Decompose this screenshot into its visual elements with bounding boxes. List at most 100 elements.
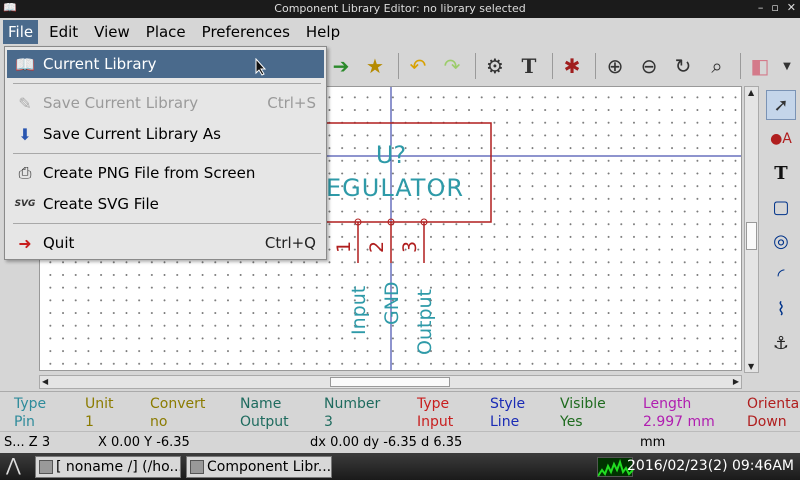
info-value: 1 (85, 414, 94, 430)
pin-settings-icon: ⚙ (486, 54, 504, 78)
vertical-scroll-thumb[interactable] (746, 222, 757, 250)
maximize-button[interactable]: ▫ (771, 1, 778, 14)
toolbar-separator (595, 53, 596, 79)
close-button[interactable]: ✕ (787, 1, 796, 14)
vertical-scrollbar[interactable]: ▲ ▼ (744, 86, 759, 373)
menu-view[interactable]: View (89, 20, 135, 44)
status-units: mm (640, 435, 666, 450)
menu-view-label: View (94, 23, 130, 41)
horizontal-scroll-thumb[interactable] (330, 377, 450, 387)
set-anchor-button[interactable]: ⚓ (766, 328, 796, 358)
start-menu-icon[interactable]: ⋀ (6, 455, 21, 476)
toolbar-overflow-button[interactable]: ▼ (779, 51, 795, 81)
info-label: Length (643, 396, 692, 412)
menu-separator (13, 153, 321, 154)
circle-icon: ◎ (773, 230, 789, 252)
menu-quit[interactable]: ➜ Quit Ctrl+Q (7, 229, 324, 257)
menu-save-current-library: ✎ Save Current Library Ctrl+S (7, 89, 324, 117)
anchor-icon: ⚓ (772, 332, 790, 354)
scroll-right-icon[interactable]: ▶ (733, 377, 739, 386)
text-tool-icon: T (774, 162, 788, 184)
task-terminal[interactable]: [ noname /] (/ho... (35, 456, 181, 478)
terminal-icon (39, 460, 53, 474)
chevron-down-icon: ▼ (783, 60, 791, 72)
component-reference: U? (376, 141, 406, 169)
cursor-arrow-icon: ➚ (773, 94, 789, 116)
info-number: Number 3 (324, 395, 380, 431)
pin-3: 3 Output (399, 218, 436, 355)
menu-current-library[interactable]: 📖 Current Library (7, 50, 324, 78)
task-component-editor[interactable]: Component Libr... (186, 456, 332, 478)
status-delta: dx 0.00 dy -6.35 d 6.35 (310, 435, 463, 450)
info-type: Type Pin (14, 395, 46, 431)
minimize-button[interactable]: – (758, 1, 764, 14)
add-rectangle-button[interactable]: ▢ (766, 192, 796, 222)
info-label: Orienta (747, 396, 800, 412)
menu-help[interactable]: Help (301, 20, 345, 44)
menu-item-label: Create SVG File (43, 195, 159, 213)
arc-icon: ◜ (777, 264, 785, 286)
scroll-down-icon[interactable]: ▼ (748, 362, 754, 371)
add-polyline-button[interactable]: ⌇ (766, 294, 796, 324)
horizontal-scrollbar[interactable]: ◀ ▶ (39, 375, 742, 389)
add-circle-button[interactable]: ◎ (766, 226, 796, 256)
redraw-button[interactable]: ↻ (668, 51, 698, 81)
zoom-out-button[interactable]: ⊖ (634, 51, 664, 81)
info-value: no (150, 414, 168, 430)
pin-table-button[interactable]: ⚙ (480, 51, 510, 81)
add-text-button[interactable]: T (766, 158, 796, 188)
part-select-button[interactable]: ◧ (745, 51, 775, 81)
menu-bar: File Edit View Place Preferences Help (0, 18, 800, 46)
menu-create-png[interactable]: ⎙ Create PNG File from Screen (7, 159, 324, 187)
menu-place[interactable]: Place (141, 20, 191, 44)
menu-file-label: File (8, 23, 34, 41)
quit-icon: ➜ (18, 233, 32, 253)
library-book-icon: 📖 (15, 54, 35, 74)
redo-icon: ↷ (443, 54, 461, 78)
scroll-left-icon[interactable]: ◀ (42, 377, 48, 386)
info-value: Input (417, 414, 454, 430)
status-cursor-position: X 0.00 Y -6.35 (98, 435, 190, 450)
import-component-button[interactable]: ➔ (326, 51, 356, 81)
pin-1: 1 Input (333, 218, 370, 335)
pin-2-number: 2 (366, 241, 388, 253)
save-icon: ✎ (18, 93, 32, 113)
menu-save-current-library-as[interactable]: ⬇ Save Current Library As (7, 120, 324, 148)
info-style: Style Line (490, 395, 525, 431)
add-arc-button[interactable]: ◜ (766, 260, 796, 290)
scroll-up-icon[interactable]: ▲ (748, 88, 754, 97)
toolbar-separator (398, 53, 399, 79)
menu-create-svg[interactable]: SVG Create SVG File (7, 190, 324, 218)
toolbar-separator (740, 53, 741, 79)
info-name: Name Output (240, 395, 289, 431)
info-value: 3 (324, 414, 333, 430)
info-value: Yes (560, 414, 583, 430)
polyline-icon: ⌇ (776, 298, 786, 320)
info-visible: Visible Yes (560, 395, 606, 431)
task-label: [ noname /] (/ho... (56, 459, 181, 475)
undo-button[interactable]: ↶ (403, 51, 433, 81)
menu-separator (13, 83, 321, 84)
menu-preferences[interactable]: Preferences (197, 20, 295, 44)
menu-file[interactable]: File (3, 20, 39, 44)
menu-item-shortcut: Ctrl+S (267, 94, 316, 112)
add-pin-button[interactable]: ●A (766, 124, 796, 154)
new-library-button[interactable]: ★ (360, 51, 390, 81)
zoom-in-button[interactable]: ⊕ (600, 51, 630, 81)
info-value: Pin (14, 414, 35, 430)
select-tool-button[interactable]: ➚ (766, 90, 796, 120)
check-component-button[interactable]: ✱ (557, 51, 587, 81)
menu-edit[interactable]: Edit (44, 20, 83, 44)
zoom-in-icon: ⊕ (606, 54, 624, 78)
window-icon (190, 460, 204, 474)
pin-3-name: Output (414, 289, 436, 355)
text-field-button[interactable]: T (514, 51, 544, 81)
redo-button[interactable]: ↷ (437, 51, 467, 81)
menu-item-label: Save Current Library As (43, 125, 221, 143)
book-star-icon: ★ (366, 54, 384, 78)
info-pin-type: Type Input (417, 395, 453, 431)
zoom-fit-button[interactable]: ⌕ (702, 51, 732, 81)
menu-item-label: Current Library (43, 55, 157, 73)
info-label: Style (490, 396, 526, 412)
info-value: Output (240, 414, 289, 430)
